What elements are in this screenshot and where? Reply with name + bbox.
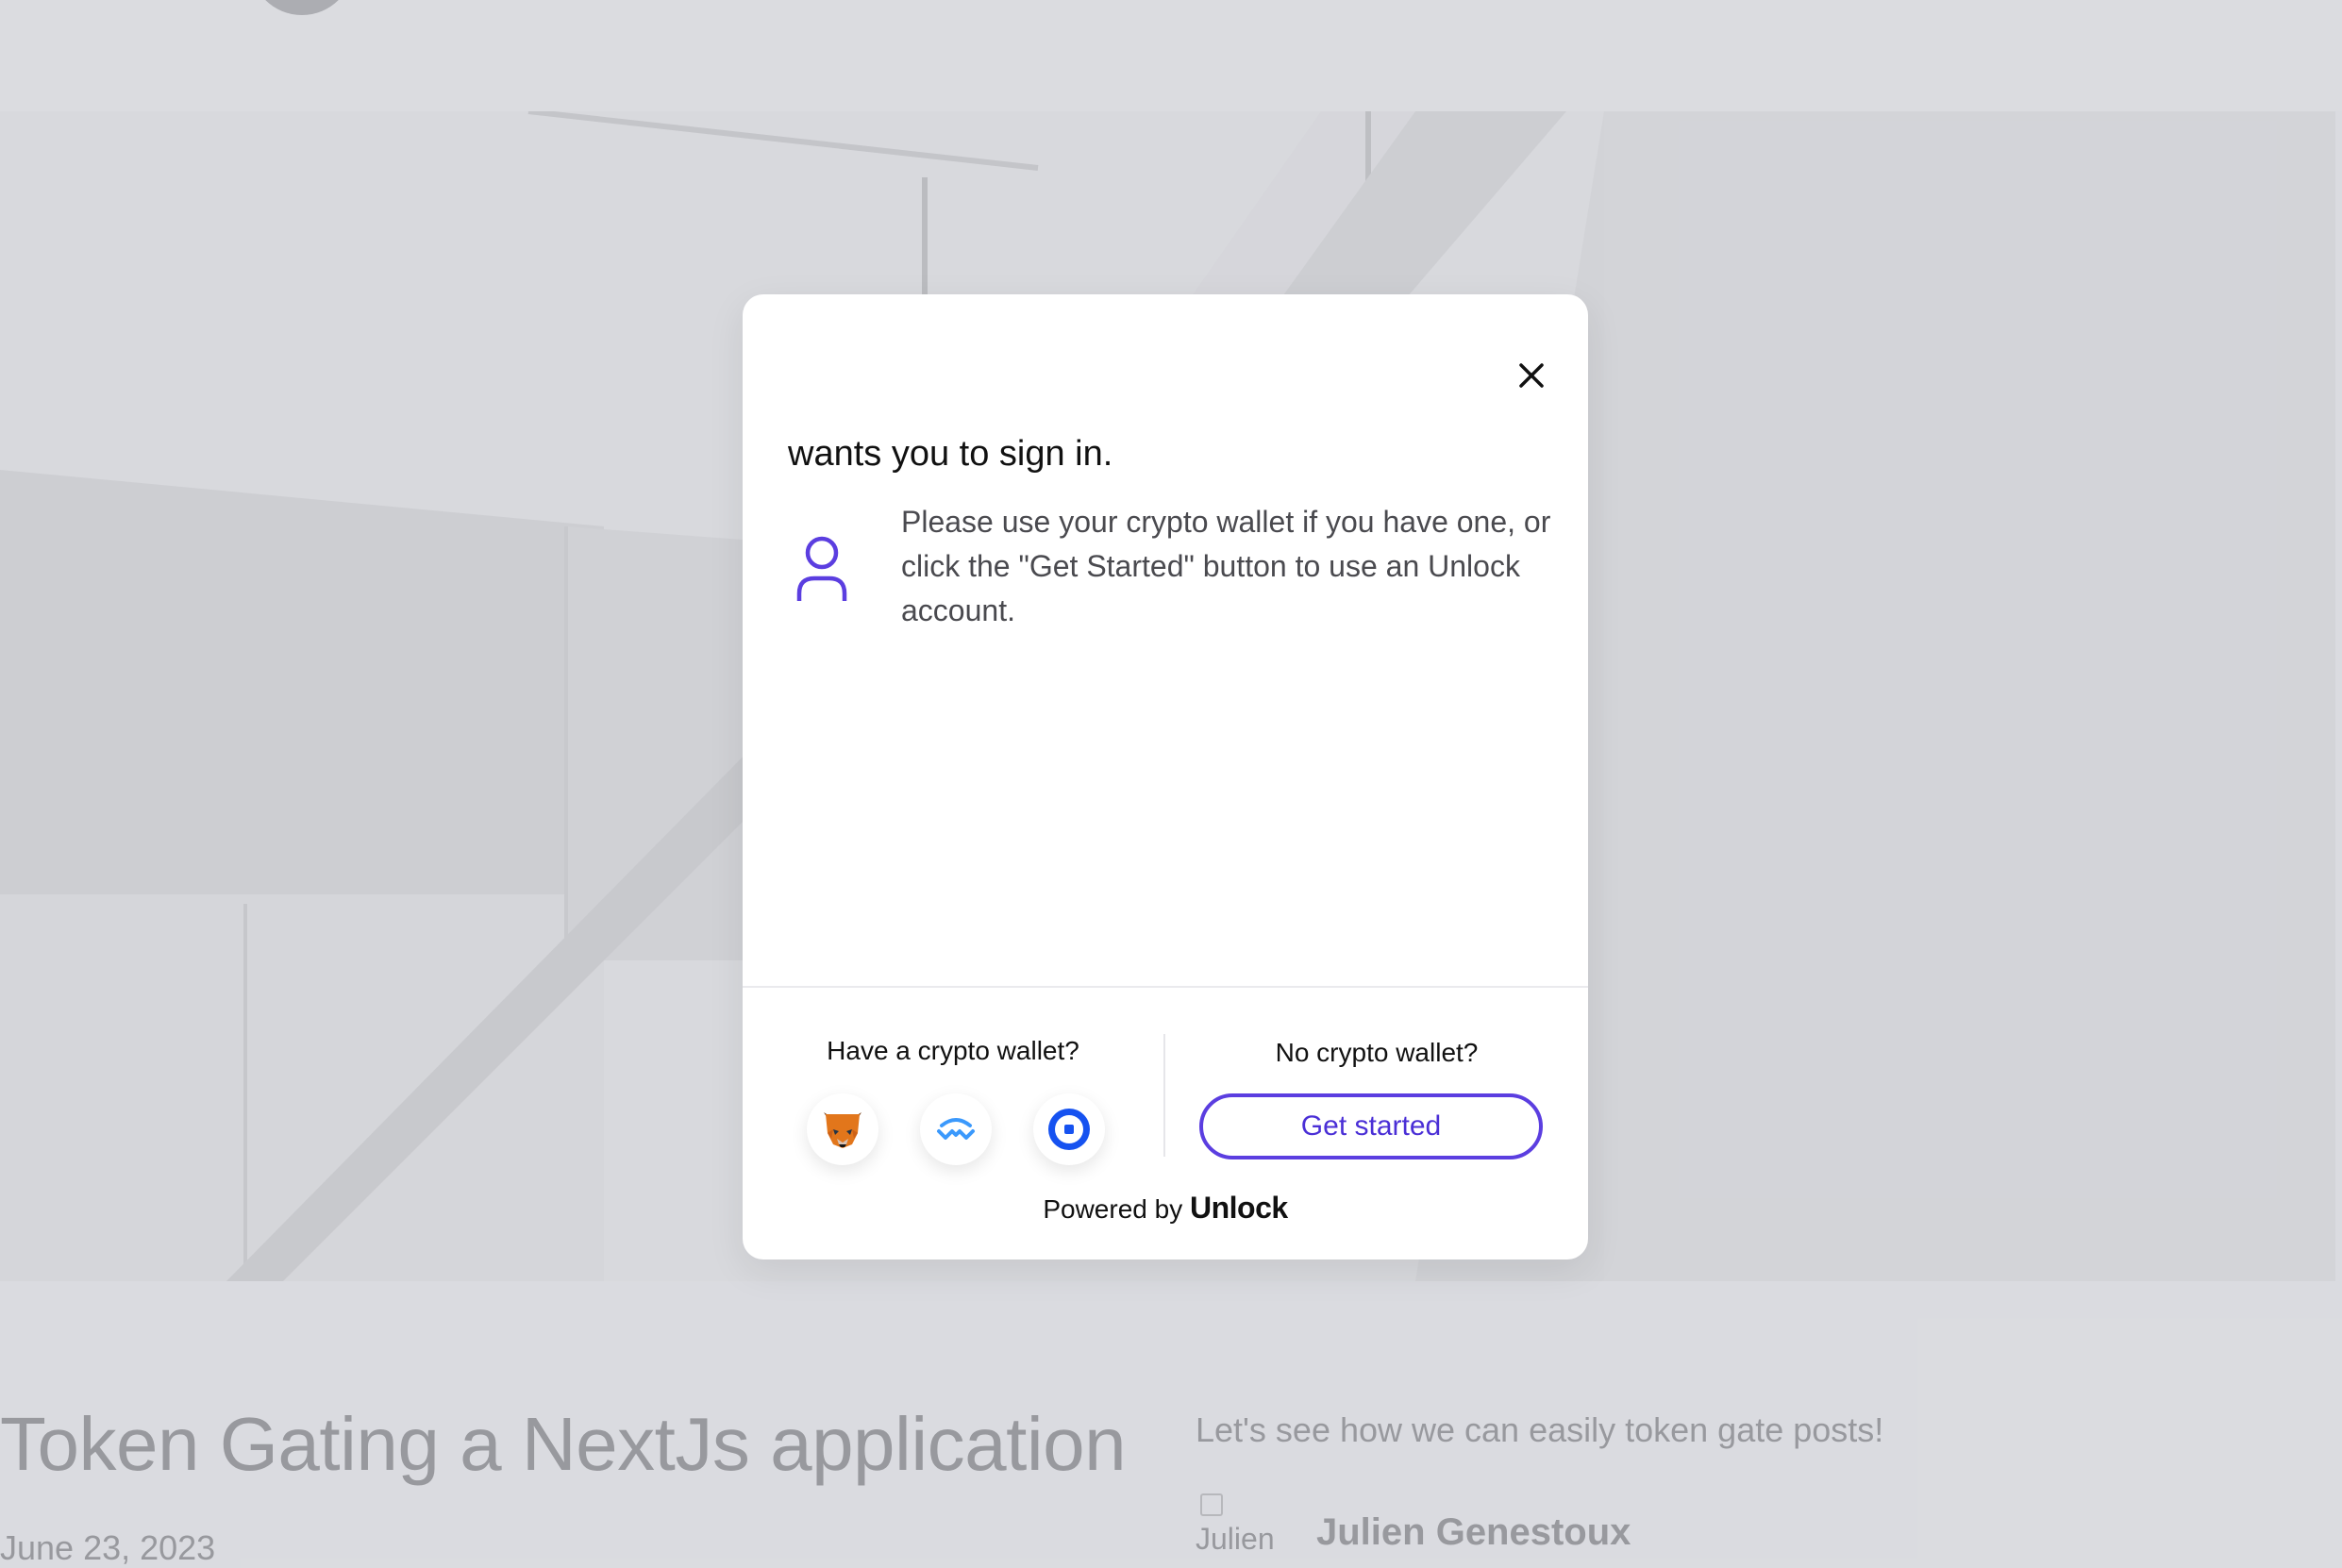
metamask-button[interactable]: [807, 1093, 878, 1165]
footer-divider: [743, 986, 1588, 988]
coinbase-wallet-button[interactable]: [1033, 1093, 1105, 1165]
unlock-logo[interactable]: Unlock: [1190, 1191, 1288, 1225]
sign-in-modal: wants you to sign in. Please use your cr…: [743, 294, 1588, 1259]
get-started-button[interactable]: Get started: [1199, 1093, 1543, 1159]
walletconnect-icon: [937, 1118, 975, 1140]
powered-by[interactable]: Powered by Unlock: [743, 1191, 1588, 1226]
powered-by-prefix: Powered by: [1043, 1194, 1183, 1224]
have-wallet-label: Have a crypto wallet?: [827, 1036, 1079, 1065]
modal-description: Please use your crypto wallet if you hav…: [901, 505, 1551, 627]
modal-title: wants you to sign in.: [788, 434, 1113, 474]
metamask-icon: [824, 1112, 862, 1148]
close-button[interactable]: [1503, 347, 1560, 404]
close-icon: [1519, 363, 1544, 388]
walletconnect-button[interactable]: [920, 1093, 992, 1165]
coinbase-wallet-icon: [1048, 1109, 1090, 1150]
user-icon: [796, 536, 847, 601]
no-wallet-label: No crypto wallet?: [1275, 1038, 1479, 1067]
